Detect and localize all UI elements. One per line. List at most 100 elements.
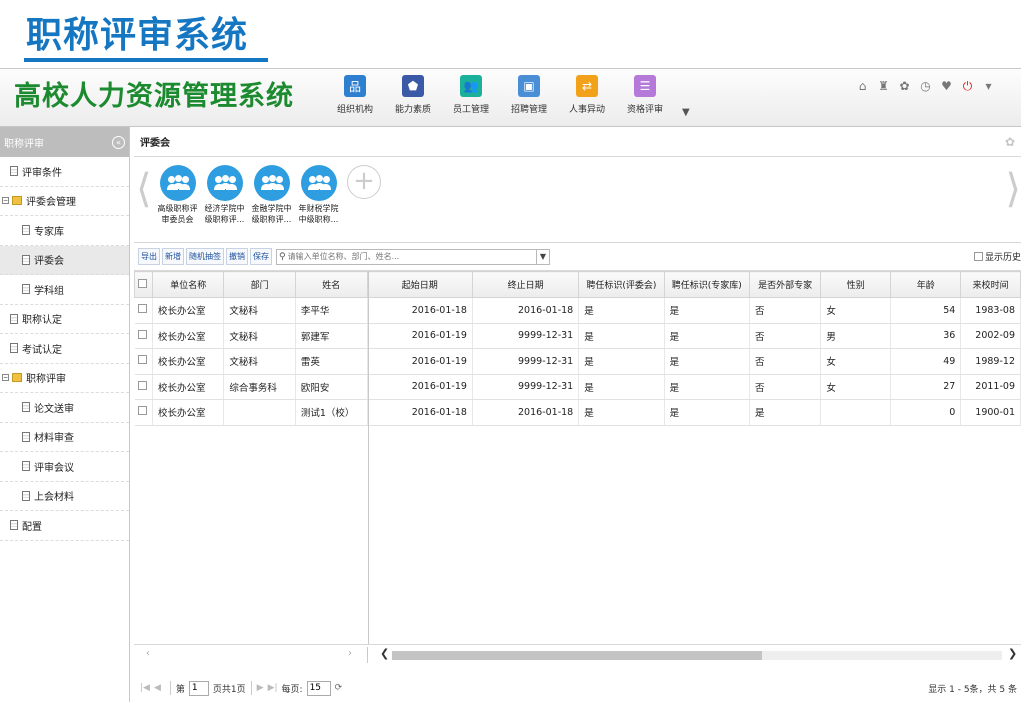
gear-icon[interactable]: ✿	[894, 79, 915, 94]
column-header[interactable]: 姓名	[294, 271, 368, 298]
table-cell: 2016-01-18	[472, 399, 580, 426]
scroll-right-icon[interactable]: ›	[348, 648, 352, 659]
row-checkbox[interactable]	[134, 399, 153, 426]
next-page-icon[interactable]: ▶	[257, 683, 264, 693]
show-history-toggle[interactable]: 显示历史	[973, 250, 1021, 263]
table-cell: 36	[890, 323, 962, 349]
sidebar-item-label: 职称评审	[26, 374, 66, 386]
column-header[interactable]: 来校时间	[960, 271, 1021, 298]
sidebar-item-10[interactable]: 评审会议	[0, 452, 129, 482]
add-committee-button[interactable]: +	[347, 165, 381, 199]
column-header[interactable]: 终止日期	[471, 271, 580, 298]
table-cell: 1900-01	[960, 399, 1021, 426]
module-employees[interactable]: 👥 员工管理	[442, 75, 500, 115]
export-button[interactable]: 导出	[138, 248, 160, 265]
column-header[interactable]: 年龄	[890, 271, 962, 298]
row-checkbox[interactable]	[134, 374, 153, 400]
document-icon	[22, 461, 30, 472]
sidebar-item-2[interactable]: 专家库	[0, 216, 129, 246]
id-card-icon: ▣	[518, 75, 540, 97]
scroll-thumb[interactable]	[392, 651, 762, 660]
sidebar-item-6[interactable]: 考试认定	[0, 334, 129, 364]
column-header[interactable]: 聘任标识(评委会)	[578, 271, 665, 298]
module-transfer[interactable]: ⇄ 人事异动	[558, 75, 616, 115]
module-id-card[interactable]: ▣ 招聘管理	[500, 75, 558, 115]
table-row[interactable]: 校长办公室 文秘科 李平华 2016-01-18 2016-01-18 是是否女 54 198…	[134, 297, 1021, 324]
table-row[interactable]: 校长办公室 测试1（校） 2016-01-18 2016-01-18 是是是 0 1900-…	[134, 399, 1021, 426]
module-list[interactable]: ☰ 资格评审	[616, 75, 674, 115]
column-header[interactable]: 部门	[223, 271, 296, 298]
first-page-icon[interactable]: |◀	[140, 683, 150, 693]
undo-button[interactable]: 撤销	[226, 248, 248, 265]
column-header[interactable]: 起始日期	[366, 271, 473, 298]
search-input[interactable]	[287, 249, 536, 264]
table-cell: 0	[890, 399, 962, 426]
per-page-input[interactable]	[306, 680, 331, 696]
settings-icon[interactable]: ✿	[1005, 135, 1015, 149]
heart-icon[interactable]: ♥	[936, 79, 957, 94]
module-org-chart[interactable]: 品组织机构	[326, 75, 384, 115]
row-checkbox[interactable]	[134, 297, 153, 324]
sidebar-item-0[interactable]: 评审条件	[0, 157, 129, 187]
module-pentagon[interactable]: ⬟ 能力素质	[384, 75, 442, 115]
show-history-checkbox[interactable]	[973, 252, 983, 261]
row-checkbox[interactable]	[134, 323, 153, 349]
select-all-checkbox[interactable]	[134, 271, 153, 298]
group-icon	[253, 165, 290, 201]
shirt-icon[interactable]: ♜	[873, 79, 894, 94]
scroll-left-icon[interactable]: ‹	[146, 648, 150, 659]
committee-card[interactable]: 经济学院中 级职称评...	[201, 165, 248, 225]
pagination: |◀ ◀ 第 页共1页 ▶ ▶| 每页: ⟳ 显示 1 - 5条，共 5 条	[134, 675, 1021, 701]
column-header[interactable]: 是否外部专家	[749, 271, 822, 298]
row-checkbox[interactable]	[134, 348, 153, 375]
clock-icon[interactable]: ◷	[915, 79, 936, 94]
refresh-icon[interactable]: ⟳	[335, 683, 343, 693]
committee-card[interactable]: 高级职称评 审委员会	[154, 165, 201, 225]
column-header[interactable]: 聘任标识(专家库)	[663, 271, 751, 298]
column-header[interactable]: 单位名称	[151, 271, 225, 298]
home-icon[interactable]: ⌂	[852, 79, 873, 94]
table-row[interactable]: 校长办公室 综合事务科 欧阳安 2016-01-19 9999-12-31 是是否女 27 2…	[134, 374, 1021, 400]
caret-down-icon[interactable]: ▾	[978, 79, 999, 94]
table-row[interactable]: 校长办公室 文秘科 雷英 2016-01-19 9999-12-31 是是否女 49 1989…	[134, 348, 1021, 375]
save-button[interactable]: 保存	[250, 248, 272, 265]
sidebar-item-9[interactable]: 材料审查	[0, 423, 129, 452]
chevron-down-icon[interactable]: ▼	[682, 107, 690, 118]
sidebar-item-12[interactable]: 配置	[0, 511, 129, 541]
committee-name-line1: 金融学院中	[251, 204, 292, 213]
scroll-left-icon[interactable]: ❮	[380, 647, 389, 660]
document-icon	[10, 166, 18, 177]
table-cell: 是	[664, 399, 751, 426]
table-row[interactable]: 校长办公室 文秘科 郭建军 2016-01-19 9999-12-31 是是否男 36 200…	[134, 323, 1021, 349]
frozen-scrollbar[interactable]: ‹ ›	[134, 647, 368, 663]
sidebar-item-1[interactable]: − 评委会管理	[0, 187, 129, 216]
last-page-icon[interactable]: ▶|	[268, 683, 278, 693]
sidebar-item-7[interactable]: − 职称评审	[0, 364, 129, 393]
sidebar-item-3[interactable]: 评委会	[0, 245, 129, 275]
power-icon[interactable]: ⏻	[957, 79, 978, 94]
sidebar-item-4[interactable]: 学科组	[0, 275, 129, 305]
scroll-right-icon[interactable]: ❯	[1008, 647, 1017, 660]
committee-card[interactable]: 年财税学院 中级职称...	[295, 165, 342, 225]
sidebar-item-11[interactable]: 上会材料	[0, 482, 129, 511]
tree-toggle-icon[interactable]: −	[2, 374, 9, 382]
prev-page-icon[interactable]: ◀	[154, 683, 161, 693]
sidebar-item-label: 论文送审	[34, 403, 74, 415]
group-icon	[159, 165, 196, 201]
tree-toggle-icon[interactable]: −	[2, 197, 9, 205]
horizontal-scrollbar[interactable]: ‹ › ❮ ❯	[134, 647, 1021, 663]
document-icon	[10, 313, 18, 324]
random-draw-button[interactable]: 随机抽签	[186, 248, 224, 265]
collapse-icon[interactable]: «	[112, 135, 125, 149]
carousel-prev-icon[interactable]: ⟨	[136, 169, 152, 209]
sidebar-item-5[interactable]: 职称认定	[0, 305, 129, 334]
carousel-next-icon[interactable]: ⟩	[1005, 169, 1021, 209]
sidebar-item-8[interactable]: 论文送审	[0, 393, 129, 423]
column-header[interactable]: 性别	[820, 271, 892, 298]
add-button[interactable]: 新增	[162, 248, 184, 265]
search-dropdown-icon[interactable]: ▼	[536, 249, 549, 264]
document-icon	[22, 402, 30, 413]
page-number-input[interactable]	[188, 680, 209, 696]
main-scrollbar[interactable]: ❮ ❯	[370, 647, 1021, 663]
committee-card[interactable]: 金融学院中 级职称评...	[248, 165, 295, 225]
